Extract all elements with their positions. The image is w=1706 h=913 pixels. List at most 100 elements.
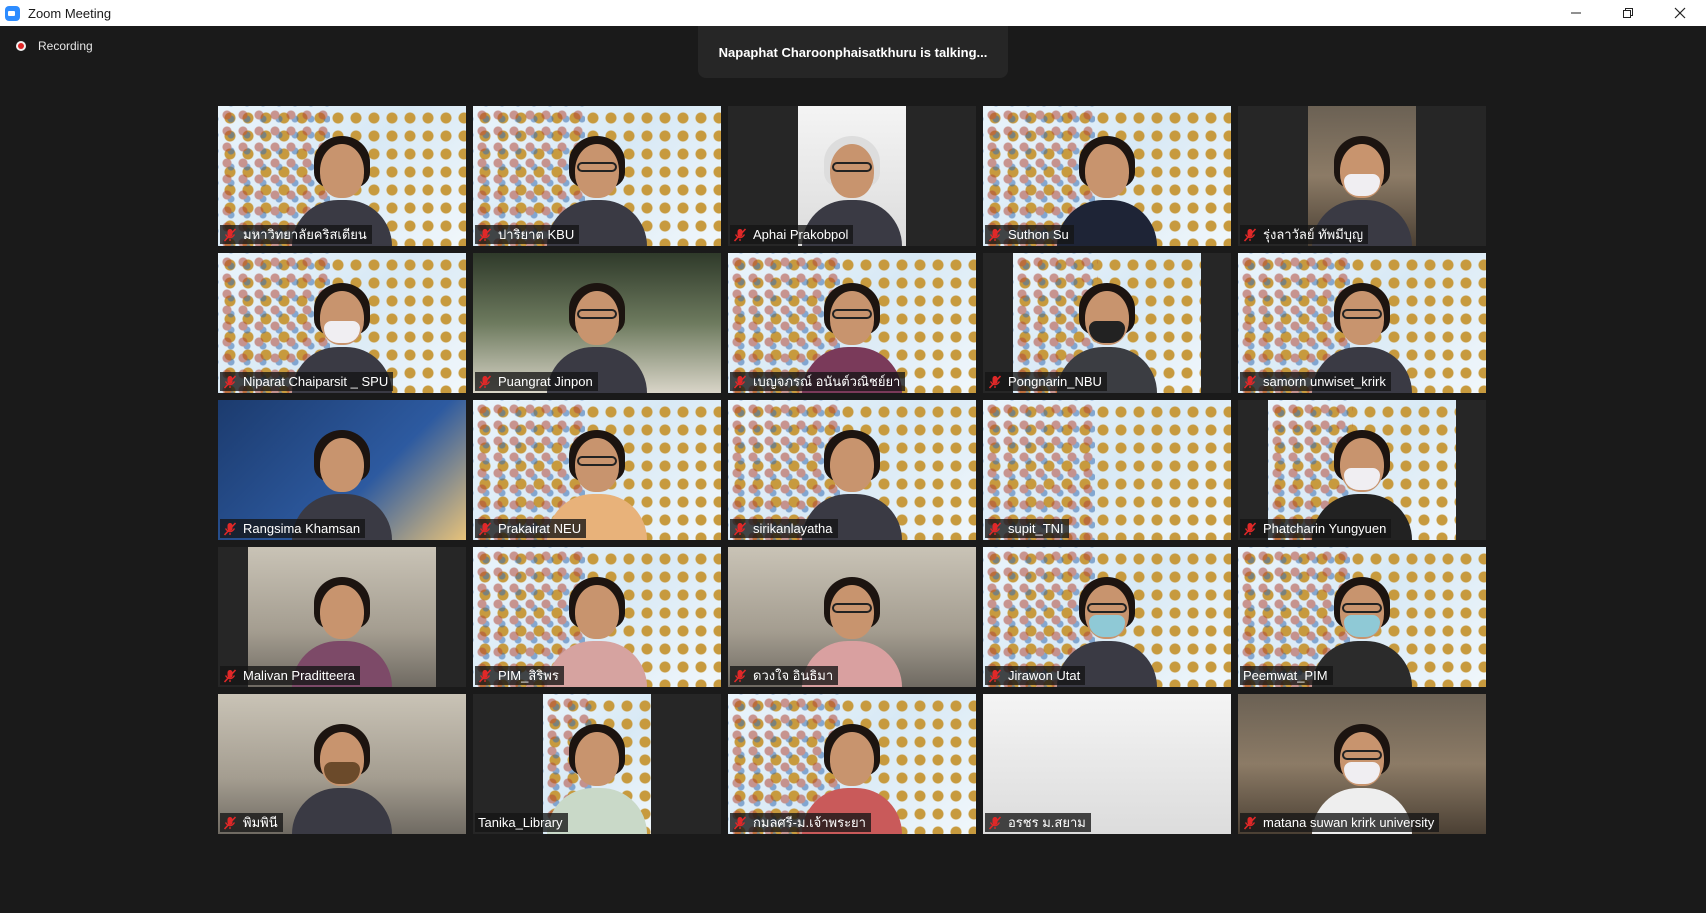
mic-muted-icon — [223, 521, 237, 536]
participant-tile[interactable]: ดวงใจ อินธิมา — [728, 547, 976, 687]
participant-tile[interactable]: Suthon Su — [983, 106, 1231, 246]
participant-name-label: รุ่งลาวัลย์ ทัพมีบุญ — [1240, 225, 1369, 244]
participant-tile[interactable]: matana suwan krirk university — [1238, 694, 1486, 834]
mic-muted-icon — [733, 521, 747, 536]
participant-tile[interactable]: sirikanlayatha — [728, 400, 976, 540]
participant-tile[interactable]: ปาริยาต KBU — [473, 106, 721, 246]
gallery-grid: มหาวิทยาลัยคริสเตียน ปาริยาต KBU Aphai Pra… — [218, 106, 1486, 834]
participant-name-label: ปาริยาต KBU — [475, 225, 580, 244]
title-bar: Zoom Meeting — [0, 0, 1706, 26]
mic-muted-icon — [223, 668, 237, 683]
participant-tile[interactable]: เบญจภรณ์ อนันต์วณิชย์ยา — [728, 253, 976, 393]
participant-name: อรชร ม.สยาม — [1008, 815, 1086, 830]
mic-muted-icon — [1243, 815, 1257, 830]
close-button[interactable] — [1654, 0, 1706, 26]
mic-muted-icon — [733, 815, 747, 830]
participant-name-label: Tanika_Library — [475, 813, 568, 832]
mic-muted-icon — [1243, 227, 1257, 242]
mic-muted-icon — [478, 521, 492, 536]
recording-label: Recording — [38, 39, 93, 53]
participant-name-label: ดวงใจ อินธิมา — [730, 666, 839, 685]
participant-tile[interactable]: Malivan Praditteera — [218, 547, 466, 687]
participant-tile[interactable]: Aphai Prakobpol — [728, 106, 976, 246]
mic-muted-icon — [988, 227, 1002, 242]
participant-name-label: อรชร ม.สยาม — [985, 813, 1091, 832]
participant-tile[interactable]: Pongnarin_NBU — [983, 253, 1231, 393]
participant-name: Niparat Chaiparsit _ SPU — [243, 374, 389, 389]
mic-muted-icon — [733, 668, 747, 683]
minimize-icon — [1571, 12, 1581, 14]
meeting-stage: Recording Napaphat Charoonphaisatkhuru i… — [0, 26, 1706, 913]
participant-name: sirikanlayatha — [753, 521, 833, 536]
participant-name: ดวงใจ อินธิมา — [753, 668, 834, 683]
participant-tile[interactable]: Phatcharin Yungyuen — [1238, 400, 1486, 540]
participant-name: รุ่งลาวัลย์ ทัพมีบุญ — [1263, 227, 1364, 242]
participant-tile[interactable]: Jirawon Utat — [983, 547, 1231, 687]
participant-name: samorn unwiset_krirk — [1263, 374, 1386, 389]
mic-muted-icon — [223, 815, 237, 830]
participant-name: Pongnarin_NBU — [1008, 374, 1102, 389]
participant-name-label: Jirawon Utat — [985, 666, 1086, 685]
participant-name-label: Phatcharin Yungyuen — [1240, 519, 1392, 538]
participant-name-label: Niparat Chaiparsit _ SPU — [220, 372, 394, 391]
participant-name-label: Prakairat NEU — [475, 519, 587, 538]
participant-name: Rangsima Khamsan — [243, 521, 361, 536]
participant-name: Prakairat NEU — [498, 521, 582, 536]
participant-tile[interactable]: มหาวิทยาลัยคริสเตียน — [218, 106, 466, 246]
mic-muted-icon — [988, 668, 1002, 683]
participant-tile[interactable]: Puangrat Jinpon — [473, 253, 721, 393]
participant-name-label: กมลศรี-ม.เจ้าพระยา — [730, 813, 871, 832]
participant-name: Peemwat_PIM — [1243, 668, 1328, 683]
participant-name-label: Suthon Su — [985, 225, 1074, 244]
participant-tile[interactable]: Prakairat NEU — [473, 400, 721, 540]
restore-button[interactable] — [1602, 0, 1654, 26]
participant-tile[interactable]: PIM_สิริพร — [473, 547, 721, 687]
participant-name-label: PIM_สิริพร — [475, 666, 564, 685]
mic-muted-icon — [478, 227, 492, 242]
mic-muted-icon — [1243, 374, 1257, 389]
participant-name: Malivan Praditteera — [243, 668, 355, 683]
recording-indicator[interactable]: Recording — [16, 39, 93, 53]
participant-name-label: Aphai Prakobpol — [730, 225, 854, 244]
window-controls — [1550, 0, 1706, 26]
participant-name: Jirawon Utat — [1008, 668, 1081, 683]
participant-name-label: Pongnarin_NBU — [985, 372, 1107, 391]
participant-name: กมลศรี-ม.เจ้าพระยา — [753, 815, 866, 830]
participant-name: พิมพินี — [243, 815, 278, 830]
participant-name: Tanika_Library — [478, 815, 563, 830]
participant-tile[interactable]: พิมพินี — [218, 694, 466, 834]
participant-name-label: supit_TNI — [985, 519, 1069, 538]
participant-name: supit_TNI — [1008, 521, 1064, 536]
participant-tile[interactable]: supit_TNI — [983, 400, 1231, 540]
participant-tile[interactable]: รุ่งลาวัลย์ ทัพมีบุญ — [1238, 106, 1486, 246]
restore-icon — [1623, 8, 1633, 18]
mic-muted-icon — [733, 374, 747, 389]
participant-tile[interactable]: Rangsima Khamsan — [218, 400, 466, 540]
participant-tile[interactable]: Niparat Chaiparsit _ SPU — [218, 253, 466, 393]
mic-muted-icon — [988, 374, 1002, 389]
active-speaker-text: Napaphat Charoonphaisatkhuru is talking.… — [718, 44, 988, 60]
participant-name: Phatcharin Yungyuen — [1263, 521, 1387, 536]
participant-name: matana suwan krirk university — [1263, 815, 1435, 830]
participant-name-label: Peemwat_PIM — [1240, 666, 1333, 685]
participant-name: Aphai Prakobpol — [753, 227, 849, 242]
participant-tile[interactable]: Tanika_Library — [473, 694, 721, 834]
participant-name-label: Malivan Praditteera — [220, 666, 360, 685]
participant-name: Suthon Su — [1008, 227, 1069, 242]
recording-icon — [16, 41, 26, 51]
mic-muted-icon — [223, 227, 237, 242]
mic-muted-icon — [988, 815, 1002, 830]
participant-video — [292, 714, 392, 834]
mic-muted-icon — [478, 374, 492, 389]
participant-tile[interactable]: อรชร ม.สยาม — [983, 694, 1231, 834]
mic-muted-icon — [223, 374, 237, 389]
participant-tile[interactable]: กมลศรี-ม.เจ้าพระยา — [728, 694, 976, 834]
close-icon — [1674, 7, 1686, 19]
minimize-button[interactable] — [1550, 0, 1602, 26]
participant-name: PIM_สิริพร — [498, 668, 559, 683]
participant-tile[interactable]: samorn unwiset_krirk — [1238, 253, 1486, 393]
zoom-app-icon — [5, 5, 20, 21]
mic-muted-icon — [478, 668, 492, 683]
active-speaker-banner: Napaphat Charoonphaisatkhuru is talking.… — [698, 26, 1008, 78]
participant-tile[interactable]: Peemwat_PIM — [1238, 547, 1486, 687]
